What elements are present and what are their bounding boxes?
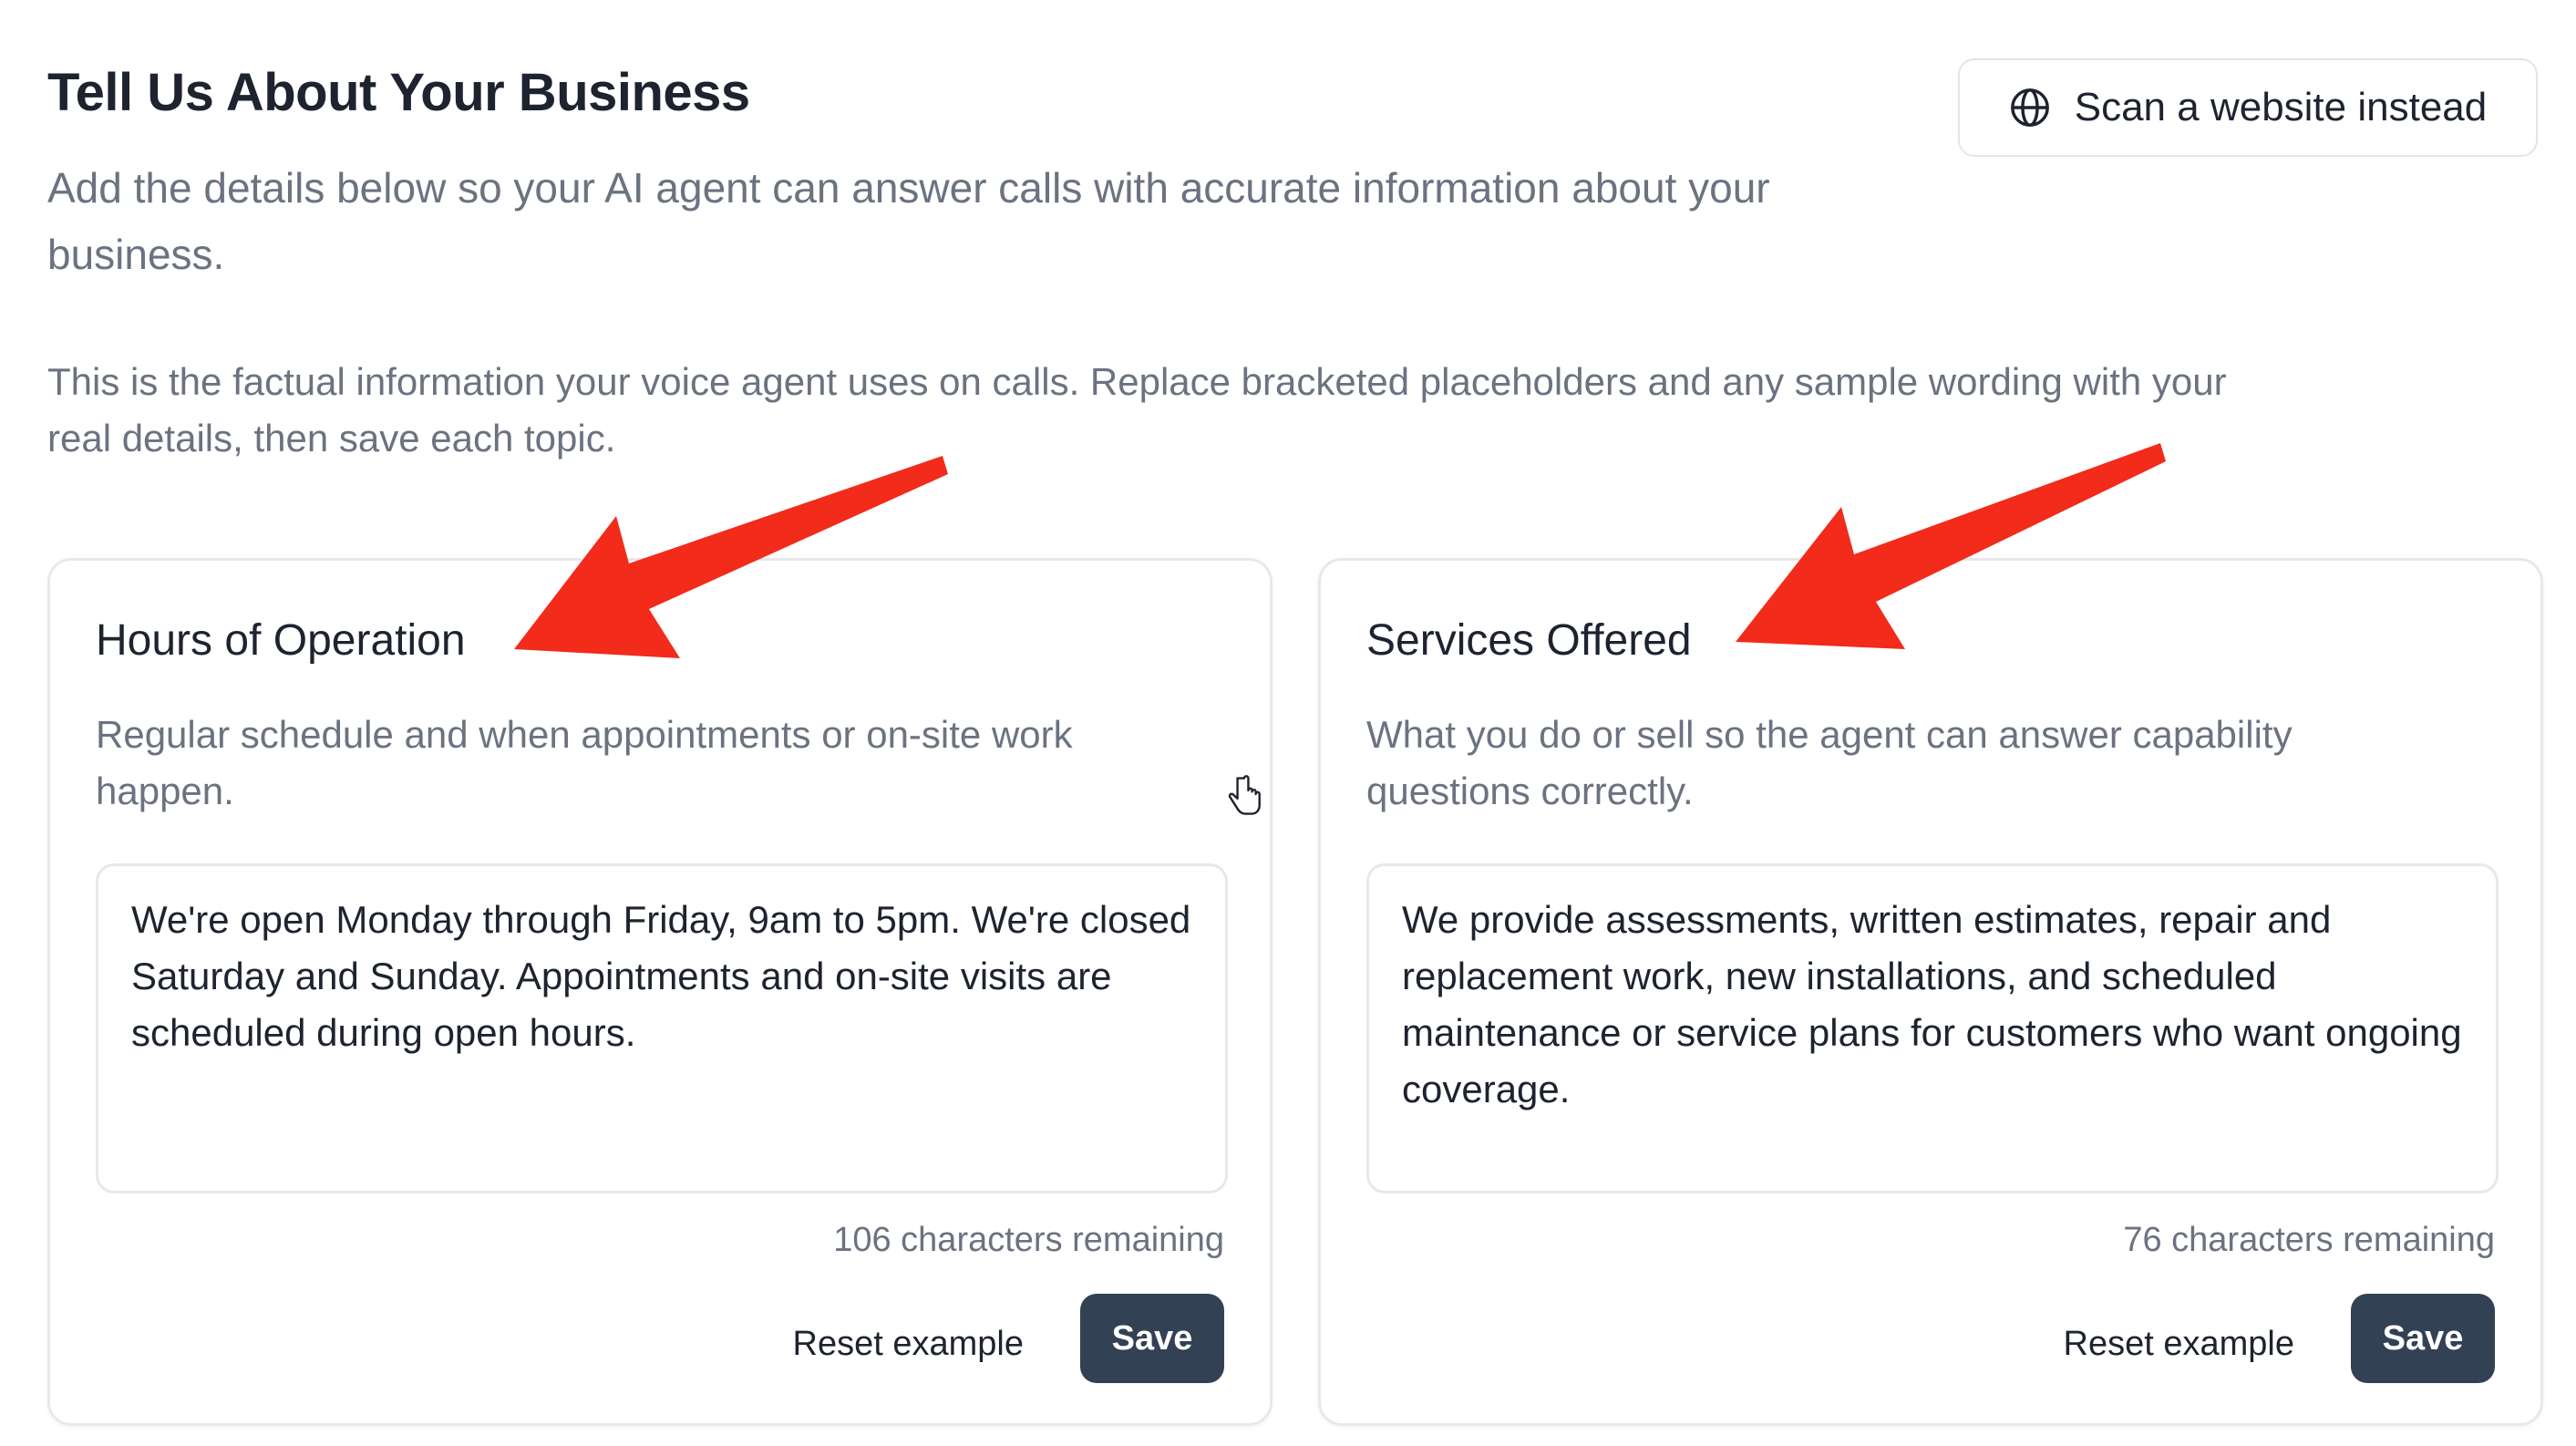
hand-pointer-icon	[1223, 773, 1265, 825]
arrow-shape	[1736, 443, 2166, 649]
annotation-arrow-right	[1736, 443, 2166, 649]
business-details-page: Tell Us About Your Business Scan a websi…	[0, 0, 2576, 1446]
